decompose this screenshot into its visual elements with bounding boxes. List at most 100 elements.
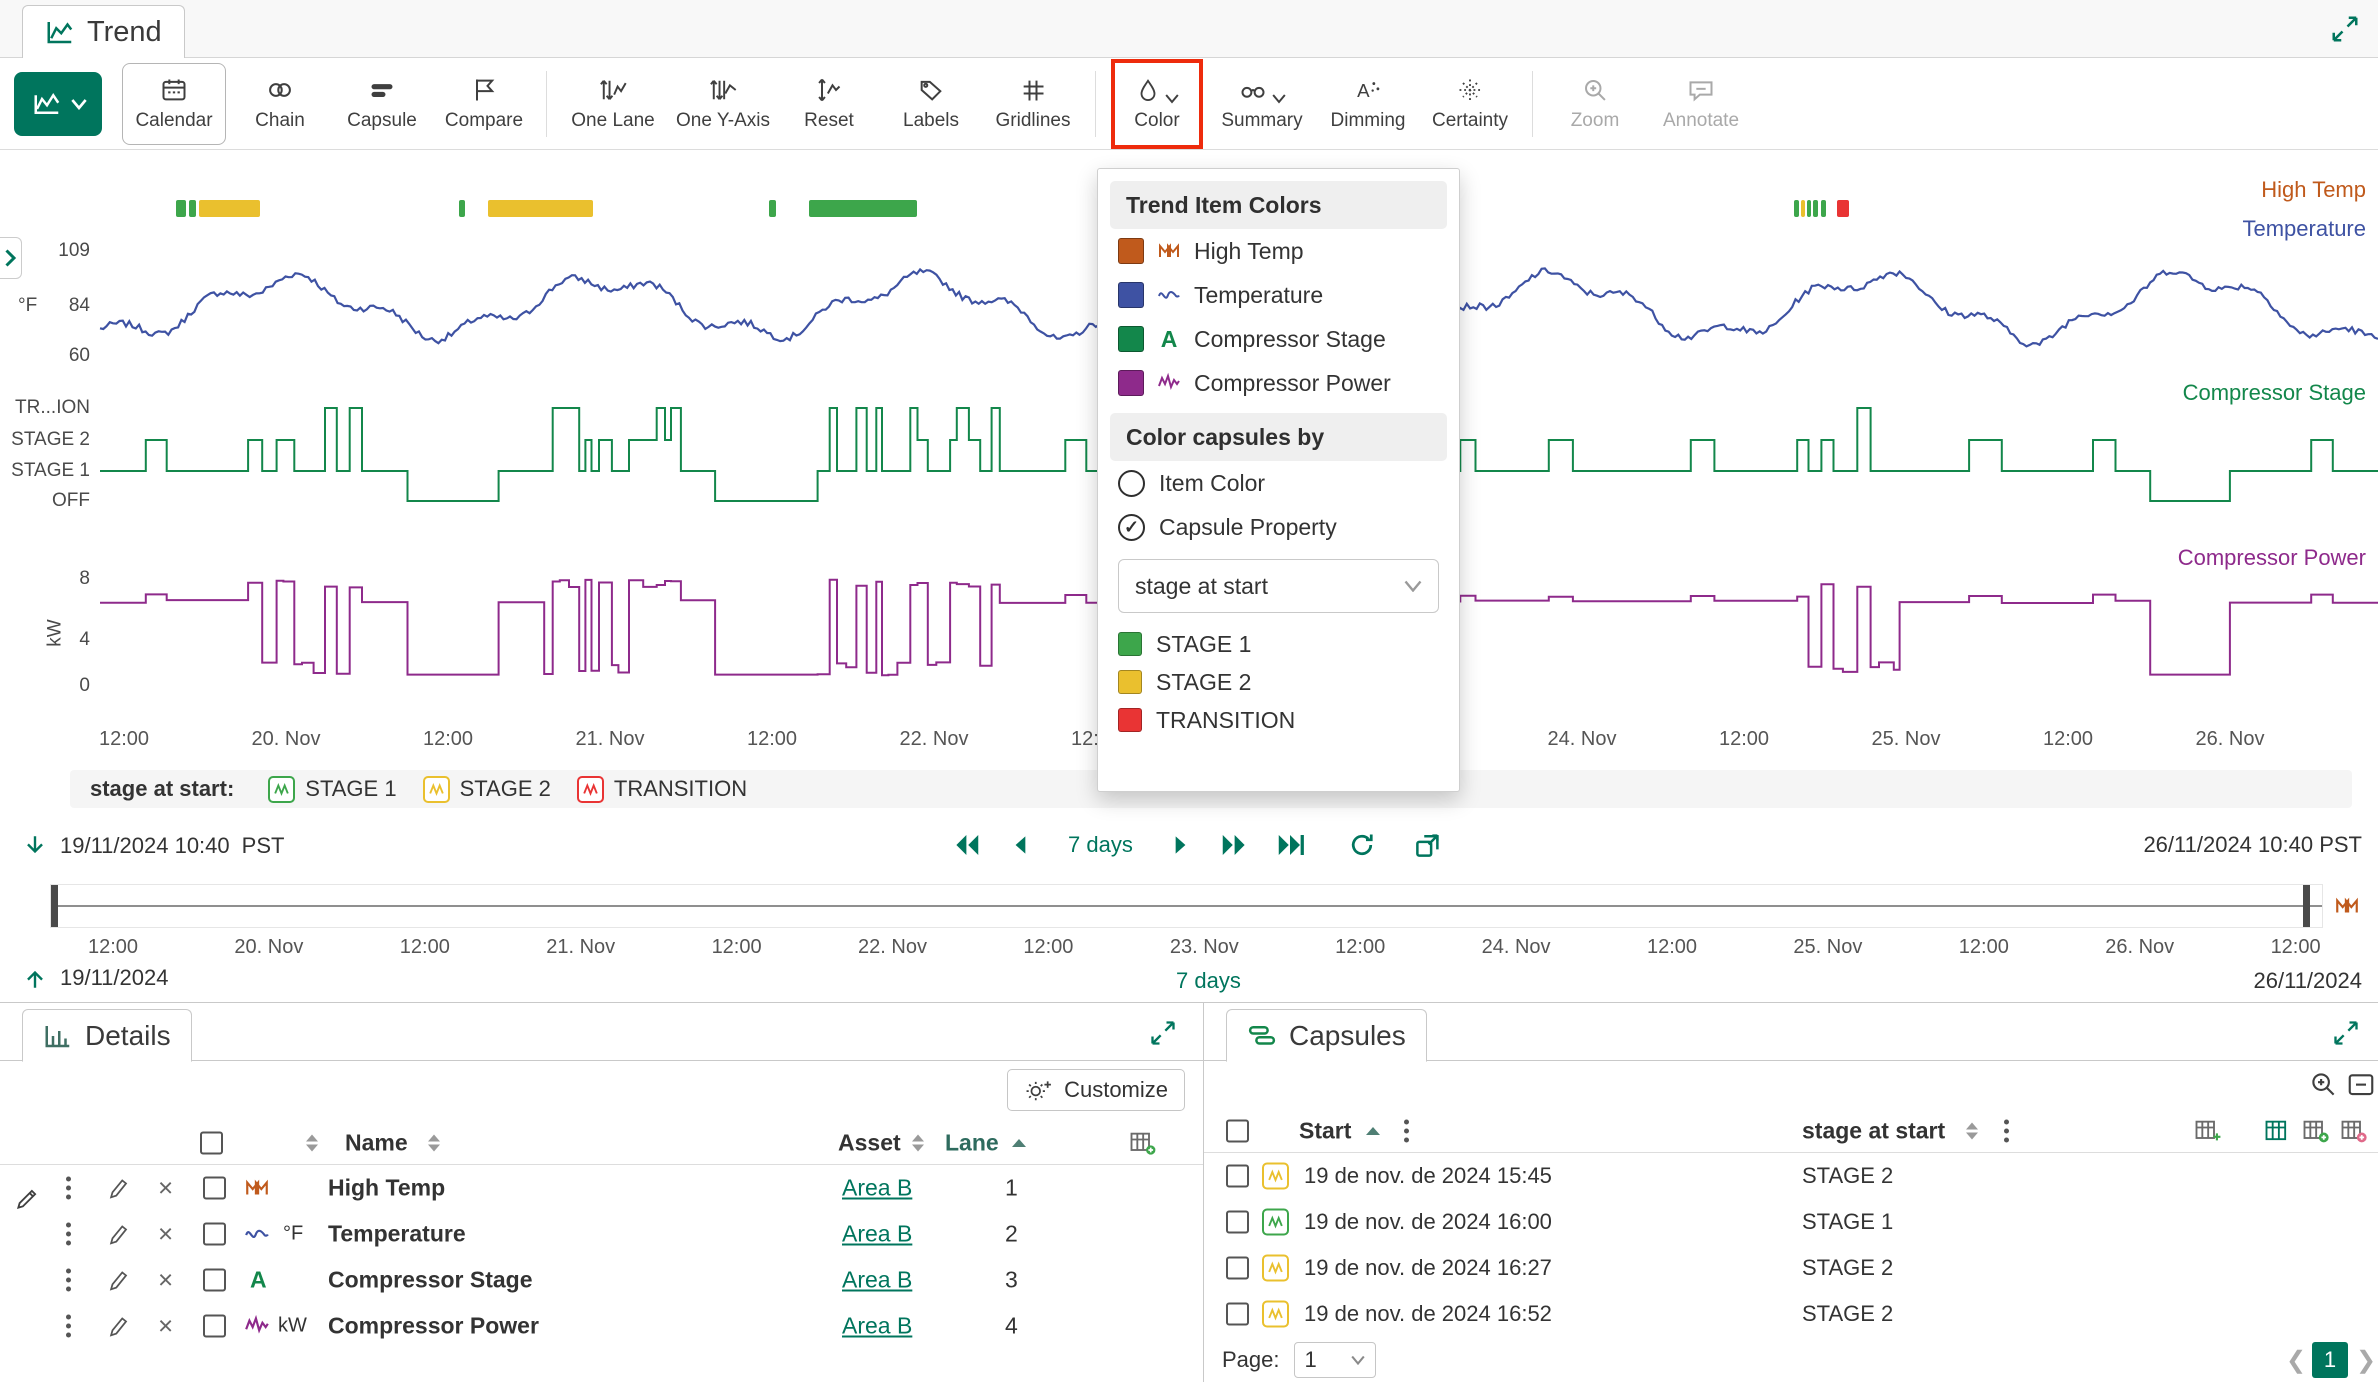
sort-ascending-icon[interactable]	[1366, 1127, 1380, 1135]
column-header-name[interactable]: Name	[345, 1129, 408, 1156]
select-all-capsules-checkbox[interactable]	[1226, 1119, 1249, 1142]
capsule-segment-stage1[interactable]	[176, 200, 186, 217]
highlight-marker-icon[interactable]	[106, 1267, 132, 1293]
capsule-property-select[interactable]: stage at start	[1118, 559, 1439, 613]
toolbar-capsule-button[interactable]: Capsule	[334, 63, 430, 145]
expand-details-icon[interactable]	[1149, 1019, 1177, 1047]
arrow-down-icon[interactable]	[22, 832, 48, 860]
toolbar-certainty-button[interactable]: Certainty	[1422, 63, 1518, 145]
color-item-compressor-power[interactable]: Compressor Power	[1110, 361, 1447, 405]
details-row-temperature[interactable]: × °F Temperature Area B 2	[0, 1211, 1203, 1257]
sort-icon[interactable]	[1966, 1122, 1978, 1139]
compressor-stage-swatch[interactable]	[1118, 326, 1144, 352]
details-row-compressor-power[interactable]: × kW Compressor Power Area B 4	[0, 1303, 1203, 1349]
toolbar-chain-button[interactable]: Chain	[232, 63, 328, 145]
radio-item-color[interactable]: Item Color	[1110, 461, 1447, 505]
column-header-start[interactable]: Start	[1299, 1117, 1351, 1144]
compressor-power-swatch[interactable]	[1118, 370, 1144, 396]
add-capsule-table-icon[interactable]	[2300, 1117, 2330, 1145]
column-header-asset[interactable]: Asset	[838, 1129, 901, 1156]
view-selector-button[interactable]	[14, 72, 102, 136]
duration-overview-slider[interactable]	[50, 884, 2323, 928]
investigate-range-icon[interactable]	[1413, 830, 1443, 860]
range-duration[interactable]: 7 days	[1068, 832, 1133, 858]
toolbar-dimming-button[interactable]: A Dimming	[1320, 63, 1416, 145]
details-tab[interactable]: Details	[22, 1009, 192, 1062]
step-forward-icon[interactable]	[1167, 830, 1193, 860]
temperature-swatch[interactable]	[1118, 282, 1144, 308]
capsule-segment-stage2[interactable]	[1801, 200, 1805, 217]
capsule-row[interactable]: 19 de nov. de 2024 16:27 STAGE 2	[1204, 1245, 2378, 1291]
radio-unselected-icon[interactable]	[1118, 470, 1145, 497]
capsule-checkbox[interactable]	[1226, 1211, 1249, 1234]
row-menu-icon[interactable]	[66, 1232, 71, 1237]
capsule-row[interactable]: 19 de nov. de 2024 16:00 STAGE 1	[1204, 1199, 2378, 1245]
row-menu-icon[interactable]	[66, 1324, 71, 1329]
radio-selected-icon[interactable]: ✓	[1118, 514, 1145, 541]
remove-item-icon[interactable]: ×	[158, 1219, 173, 1250]
capsule-segment-stage1[interactable]	[1813, 200, 1818, 217]
step-back-much-icon[interactable]	[952, 830, 982, 860]
next-page-icon[interactable]: ❯	[2356, 1346, 2376, 1375]
toolbar-color-button[interactable]: Color	[1116, 63, 1198, 145]
row-menu-icon[interactable]	[66, 1186, 71, 1191]
customize-button[interactable]: Customize	[1007, 1069, 1185, 1111]
step-to-end-icon[interactable]	[1275, 830, 1305, 860]
remove-item-icon[interactable]: ×	[158, 1311, 173, 1342]
overview-end-date[interactable]: 26/11/2024	[2254, 968, 2362, 994]
slider-handle-left[interactable]	[51, 885, 58, 927]
asset-link[interactable]: Area B	[842, 1313, 912, 1340]
sort-icon[interactable]	[306, 1134, 318, 1151]
remove-item-icon[interactable]: ×	[158, 1173, 173, 1204]
highlight-marker-icon[interactable]	[106, 1221, 132, 1247]
range-end-datetime[interactable]: 26/11/2024 10:40	[2143, 832, 2313, 857]
toolbar-one-lane-button[interactable]: One Lane	[561, 63, 665, 145]
sort-ascending-icon[interactable]	[1012, 1139, 1026, 1147]
item-name[interactable]: Temperature	[328, 1221, 466, 1248]
capsule-segment-stage1[interactable]	[769, 200, 776, 217]
step-forward-much-icon[interactable]	[1219, 830, 1249, 860]
asset-link[interactable]: Area B	[842, 1221, 912, 1248]
row-menu-icon[interactable]	[66, 1278, 71, 1283]
details-row-compressor-stage[interactable]: × A Compressor Stage Area B 3	[0, 1257, 1203, 1303]
column-menu-icon[interactable]	[2004, 1128, 2009, 1133]
radio-capsule-property[interactable]: ✓ Capsule Property	[1110, 505, 1447, 549]
highlight-marker-icon[interactable]	[106, 1175, 132, 1201]
sort-icon[interactable]	[912, 1134, 924, 1151]
color-item-high-temp[interactable]: High Temp	[1110, 229, 1447, 273]
table-columns-icon[interactable]	[1128, 1129, 1156, 1157]
expand-capsules-icon[interactable]	[2332, 1019, 2360, 1047]
row-checkbox[interactable]	[203, 1223, 226, 1246]
asset-link[interactable]: Area B	[842, 1175, 912, 1202]
toolbar-compare-button[interactable]: Compare	[436, 63, 532, 145]
column-header-stage-at-start[interactable]: stage at start	[1802, 1117, 1945, 1144]
capsule-segment-stage1[interactable]	[1794, 200, 1799, 217]
toolbar-one-y-axis-button[interactable]: One Y-Axis	[671, 63, 775, 145]
row-checkbox[interactable]	[203, 1177, 226, 1200]
table-view-icon[interactable]	[2262, 1117, 2292, 1145]
step-back-icon[interactable]	[1008, 830, 1034, 860]
current-page-button[interactable]: 1	[2312, 1342, 2348, 1378]
row-checkbox[interactable]	[203, 1269, 226, 1292]
previous-page-icon[interactable]: ❮	[2286, 1346, 2306, 1375]
range-start-datetime[interactable]: 19/11/2024 10:40	[60, 833, 230, 859]
capsule-segment-stage1[interactable]	[459, 200, 465, 217]
toolbar-calendar-button[interactable]: Calendar	[122, 63, 226, 145]
capsule-row[interactable]: 19 de nov. de 2024 15:45 STAGE 2	[1204, 1153, 2378, 1199]
capsule-segment-stage2[interactable]	[199, 200, 260, 217]
capsule-segment-stage1[interactable]	[809, 200, 917, 217]
expand-trend-icon[interactable]	[2330, 14, 2360, 44]
page-select[interactable]: 1	[1294, 1342, 1376, 1378]
collapse-panel-toggle[interactable]	[0, 237, 22, 279]
item-name[interactable]: High Temp	[328, 1175, 445, 1202]
capsule-segment-stage1[interactable]	[1821, 200, 1826, 217]
item-name[interactable]: Compressor Stage	[328, 1267, 533, 1294]
toolbar-gridlines-button[interactable]: Gridlines	[985, 63, 1081, 145]
arrow-up-icon[interactable]	[22, 964, 48, 992]
series-label-temperature[interactable]: Temperature	[2242, 216, 2366, 242]
capsules-tab[interactable]: Capsules	[1226, 1009, 1427, 1062]
add-column-icon[interactable]	[2192, 1117, 2222, 1145]
highlight-marker-icon[interactable]	[106, 1313, 132, 1339]
series-label-compressor-stage[interactable]: Compressor Stage	[2183, 380, 2366, 406]
capsule-segment-stage1[interactable]	[189, 200, 196, 217]
